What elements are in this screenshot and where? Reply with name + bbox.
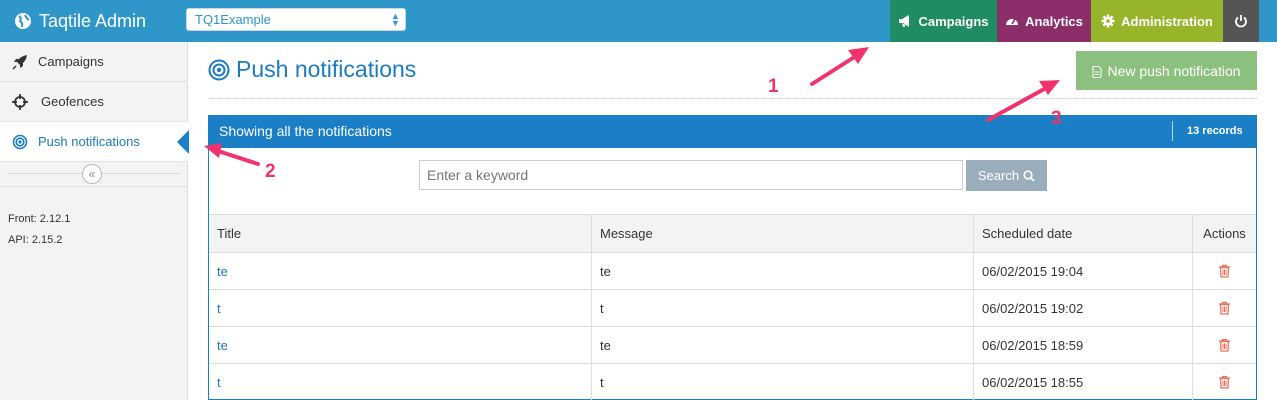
notification-message: te — [592, 253, 974, 289]
brand[interactable]: Taqtile Admin — [14, 0, 146, 42]
page-title-text: Push notifications — [236, 56, 417, 82]
sidebar-item-campaigns[interactable]: Campaigns — [0, 42, 188, 82]
new-push-notification-label: New push notification — [1107, 62, 1241, 79]
search-input[interactable] — [419, 160, 963, 190]
column-header-message[interactable]: Message — [592, 215, 974, 252]
column-header-scheduled-date[interactable]: Scheduled date — [974, 215, 1193, 252]
column-header-actions: Actions — [1203, 226, 1246, 241]
sidebar-item-geofences[interactable]: Geofences — [0, 82, 188, 122]
notification-title-link[interactable]: te — [217, 338, 228, 353]
search-icon — [1023, 169, 1035, 182]
annotation-arrow — [810, 47, 869, 86]
double-chevron-left-icon: « — [88, 167, 96, 181]
notification-title-link[interactable]: te — [217, 264, 228, 279]
sidebar-item-label: Push notifications — [38, 134, 140, 149]
collapse-sidebar-button[interactable]: « — [82, 164, 102, 184]
target-icon — [208, 59, 230, 81]
notification-date: 06/02/2015 18:59 — [974, 327, 1193, 363]
globe-icon — [14, 12, 32, 30]
annotation-label: 1 — [768, 76, 779, 97]
nav-administration[interactable]: Administration — [1091, 0, 1223, 42]
target-icon — [12, 134, 28, 150]
column-header-title[interactable]: Title — [209, 215, 592, 252]
gear-icon — [1101, 14, 1115, 28]
app-selector-value: TQ1Example — [195, 12, 271, 27]
panel-header: Showing all the notifications 13 records — [208, 115, 1257, 148]
trash-icon[interactable] — [1218, 301, 1231, 315]
notification-date: 06/02/2015 19:04 — [974, 253, 1193, 289]
table-header-row: Title Message Scheduled date Actions — [209, 214, 1256, 252]
sidebar-item-push-notifications[interactable]: Push notifications — [0, 122, 189, 162]
records-count: 13 records — [1187, 125, 1243, 137]
sidebar-item-label: Campaigns — [38, 54, 104, 69]
sidebar-divider — [0, 186, 188, 187]
nav-campaigns[interactable]: Campaigns — [890, 0, 997, 42]
table-row: t t 06/02/2015 19:02 — [209, 289, 1256, 326]
trash-icon[interactable] — [1218, 338, 1231, 352]
table-row: te te 06/02/2015 19:04 — [209, 252, 1256, 289]
notification-date: 06/02/2015 18:55 — [974, 364, 1193, 400]
power-icon — [1234, 14, 1248, 28]
crosshair-icon — [12, 93, 28, 110]
panel-title: Showing all the notifications — [219, 123, 392, 139]
notification-date: 06/02/2015 19:02 — [974, 290, 1193, 326]
search-button-label: Search — [977, 168, 1020, 183]
rocket-icon — [12, 54, 28, 70]
nav-analytics[interactable]: Analytics — [997, 0, 1091, 42]
new-push-notification-button[interactable]: New push notification — [1076, 51, 1257, 90]
sidebar-item-label: Geofences — [41, 94, 104, 109]
api-version: API: 2.15.2 — [8, 234, 63, 246]
title-divider — [208, 98, 1257, 99]
sidebar: Campaigns Geofences Push notifications «… — [0, 42, 189, 400]
notification-message: t — [592, 290, 974, 326]
panel-header-separator — [1172, 121, 1173, 141]
app-selector[interactable]: TQ1Example ▲ ▼ — [186, 8, 406, 31]
nav-administration-label: Administration — [1121, 13, 1213, 29]
notification-title-link[interactable]: t — [217, 301, 221, 316]
notification-message: t — [592, 364, 974, 400]
table-row: te te 06/02/2015 18:59 — [209, 326, 1256, 363]
nav-campaigns-label: Campaigns — [918, 13, 989, 29]
logout-button[interactable] — [1223, 0, 1259, 42]
updown-chevron-icon: ▲ ▼ — [391, 11, 400, 28]
notification-message: te — [592, 327, 974, 363]
notification-title-link[interactable]: t — [217, 375, 221, 390]
dashboard-icon — [1005, 14, 1019, 28]
trash-icon[interactable] — [1218, 264, 1231, 278]
annotation-arrow — [986, 80, 1060, 122]
document-icon — [1092, 65, 1102, 78]
nav-analytics-label: Analytics — [1025, 13, 1083, 29]
front-version: Front: 2.12.1 — [8, 213, 71, 225]
trash-icon[interactable] — [1218, 375, 1231, 389]
brand-title: Taqtile Admin — [39, 10, 147, 31]
search-button[interactable]: Search — [966, 160, 1047, 191]
table-row: t t 06/02/2015 18:55 — [209, 363, 1256, 400]
page-title: Push notifications — [208, 56, 416, 83]
megaphone-icon — [898, 14, 912, 28]
